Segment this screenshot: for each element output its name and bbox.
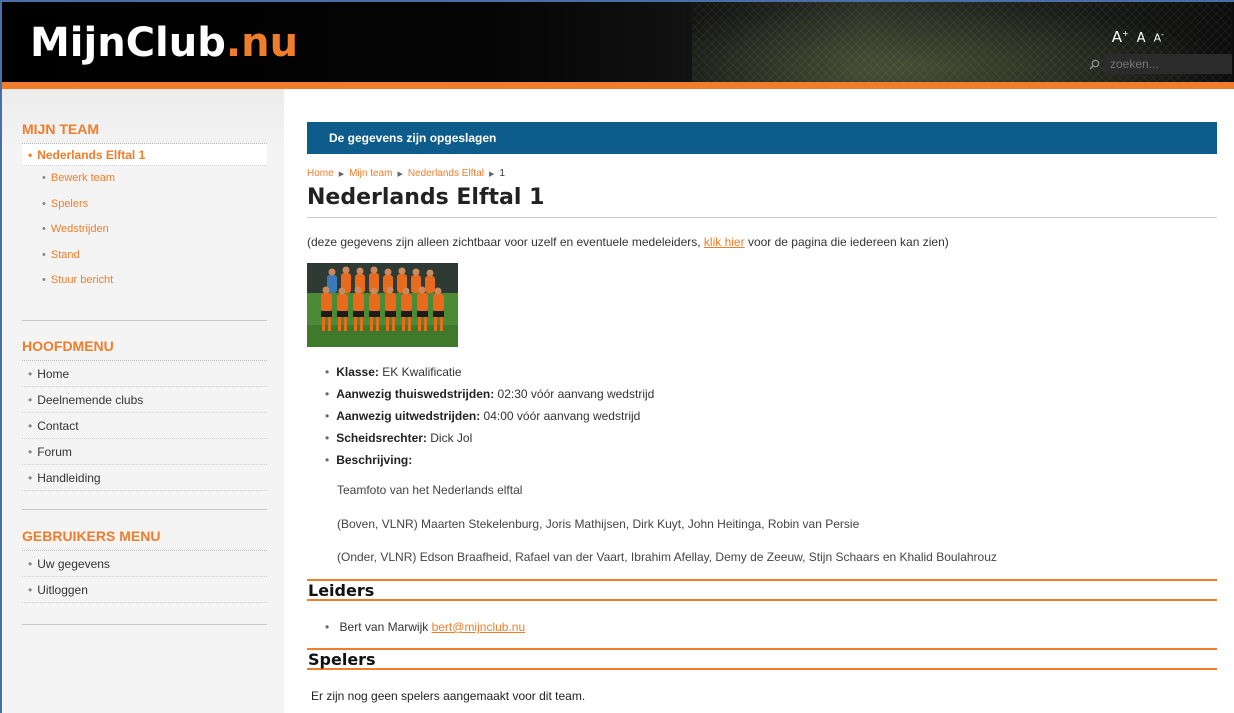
public-page-link[interactable]: klik hier <box>704 235 745 249</box>
breadcrumb-nederlands-elftal[interactable]: Nederlands Elftal <box>408 168 484 179</box>
sidebar-item-forum[interactable]: Forum <box>22 439 267 465</box>
site-logo[interactable]: MijnClub.nu <box>30 20 298 66</box>
sidebar-item-deelnemende-clubs[interactable]: Deelnemende clubs <box>22 387 267 413</box>
success-notice: De gegevens zijn opgeslagen <box>307 122 1217 154</box>
sidebar-item-nederlands-elftal-1[interactable]: Nederlands Elftal 1 <box>22 144 267 166</box>
breadcrumb-home[interactable]: Home <box>307 168 334 179</box>
search-icon[interactable] <box>1084 54 1104 74</box>
logo-tld: .nu <box>225 20 299 66</box>
sidebar-hoofdmenu: HOOFDMENU Home Deelnemende clubs Contact… <box>22 338 267 491</box>
breadcrumb-arrow-icon: ▶ <box>338 171 345 178</box>
sidebar-divider <box>22 320 267 321</box>
breadcrumb-current: 1 <box>499 168 505 179</box>
breadcrumb-arrow-icon: ▶ <box>488 171 495 178</box>
sidebar-heading-mijn-team: MIJN TEAM <box>22 121 267 144</box>
no-players-message: Er zijn nog geen spelers aangemaakt voor… <box>311 689 586 703</box>
sidebar-subitem-stuur-bericht[interactable]: Stuur bericht <box>22 268 267 294</box>
sidebar-item-home[interactable]: Home <box>22 361 267 387</box>
description-line: Teamfoto van het Nederlands elftal <box>337 483 523 497</box>
search-box <box>1084 54 1234 74</box>
page-title: Nederlands Elftal 1 <box>307 185 545 210</box>
font-size-controls: A+ A A- <box>1112 28 1164 46</box>
detail-klasse: Klasse: EK Kwalificatie <box>325 361 654 383</box>
team-submenu: Bewerk team Spelers Wedstrijden Stand St… <box>22 166 267 294</box>
browser-frame: MijnClub.nu A+ A A- MIJN TEAM Nederlands… <box>0 0 1234 713</box>
sidebar-item-uitloggen[interactable]: Uitloggen <box>22 577 267 603</box>
sidebar-subitem-bewerk-team[interactable]: Bewerk team <box>22 166 267 192</box>
section-heading-leiders: Leiders <box>307 579 1217 601</box>
sidebar-gebruikers-menu: GEBRUIKERS MENU Uw gegevens Uitloggen <box>22 528 267 603</box>
sidebar-divider <box>22 624 267 625</box>
breadcrumb-mijn-team[interactable]: Mijn team <box>349 168 392 179</box>
header-accent-bar <box>2 82 1234 89</box>
sidebar-item-uw-gegevens[interactable]: Uw gegevens <box>22 551 267 577</box>
sidebar-item-handleiding[interactable]: Handleiding <box>22 465 267 491</box>
site-header: MijnClub.nu A+ A A- <box>2 2 1234 84</box>
sidebar-subitem-stand[interactable]: Stand <box>22 243 267 269</box>
sidebar-mijn-team: MIJN TEAM Nederlands Elftal 1 Bewerk tea… <box>22 121 267 294</box>
team-photo <box>307 263 458 347</box>
font-decrease-button[interactable]: A- <box>1154 30 1164 45</box>
sidebar-divider <box>22 509 267 510</box>
leader-email-link[interactable]: bert@mijnclub.nu <box>432 620 526 634</box>
sidebar-heading-hoofdmenu: HOOFDMENU <box>22 338 267 361</box>
detail-scheidsrechter: Scheidsrechter: Dick Jol <box>325 427 654 449</box>
font-reset-button[interactable]: A <box>1137 31 1146 46</box>
title-divider <box>307 217 1217 218</box>
detail-aanwezig-uit: Aanwezig uitwedstrijden: 04:00 vóór aanv… <box>325 405 654 427</box>
sidebar-item-contact[interactable]: Contact <box>22 413 267 439</box>
team-details-list: Klasse: EK Kwalificatie Aanwezig thuiswe… <box>325 361 654 471</box>
description-line: (Boven, VLNR) Maarten Stekelenburg, Jori… <box>337 517 860 531</box>
logo-text: MijnClub <box>30 20 226 66</box>
breadcrumb-arrow-icon: ▶ <box>397 171 403 178</box>
sidebar-subitem-wedstrijden[interactable]: Wedstrijden <box>22 217 267 243</box>
leader-name: Bert van Marwijk <box>339 620 432 634</box>
search-input[interactable] <box>1104 54 1232 74</box>
sidebar-subitem-spelers[interactable]: Spelers <box>22 192 267 218</box>
description-line: (Onder, VLNR) Edson Braafheid, Rafael va… <box>337 550 997 564</box>
sidebar-heading-gebruikers-menu: GEBRUIKERS MENU <box>22 528 267 551</box>
detail-beschrijving: Beschrijving: <box>325 449 654 471</box>
visibility-note: (deze gegevens zijn alleen zichtbaar voo… <box>307 235 949 249</box>
leader-entry: Bert van Marwijk bert@mijnclub.nu <box>325 620 526 634</box>
sidebar: MIJN TEAM Nederlands Elftal 1 Bewerk tea… <box>2 89 284 713</box>
breadcrumb: Home ▶ Mijn team ▶ Nederlands Elftal ▶ 1 <box>307 168 505 179</box>
detail-aanwezig-thuis: Aanwezig thuiswedstrijden: 02:30 vóór aa… <box>325 383 654 405</box>
font-increase-button[interactable]: A+ <box>1112 28 1129 46</box>
section-heading-spelers: Spelers <box>307 648 1217 670</box>
